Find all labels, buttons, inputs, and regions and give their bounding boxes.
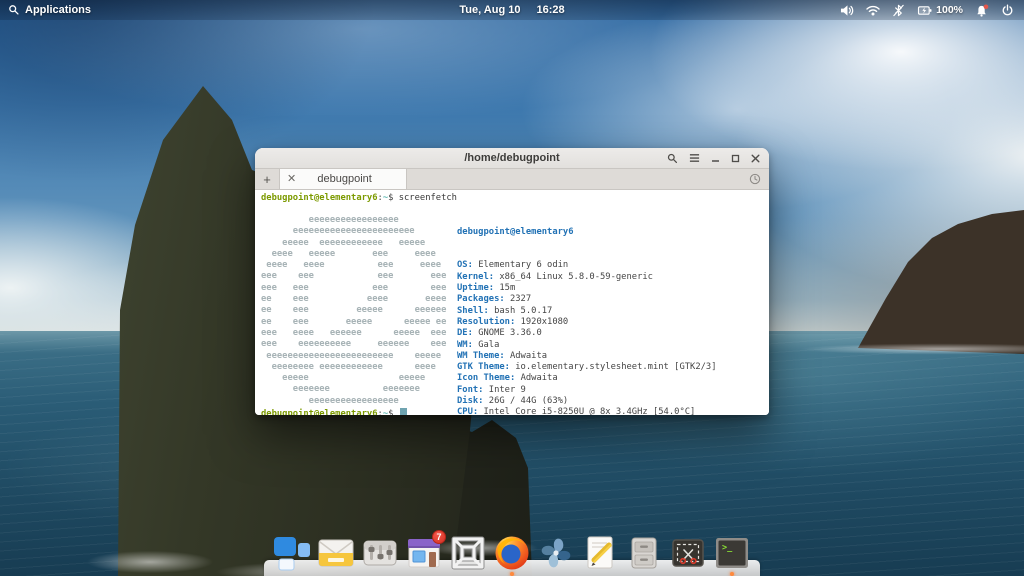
- multitasking-view-icon: [272, 533, 312, 573]
- firefox-running-indicator: [510, 572, 514, 576]
- dock-item-firefox[interactable]: [492, 533, 532, 573]
- sysinfo-row: Packages: 2327: [457, 294, 717, 305]
- sysinfo-row: Disk: 26G / 44G (63%): [457, 396, 717, 407]
- terminal-content[interactable]: debugpoint@elementary6:~$ screenfetch ee…: [255, 190, 769, 415]
- window-maximize-button[interactable]: [731, 154, 740, 163]
- terminal-icon: >_: [712, 533, 752, 573]
- datetime-indicator[interactable]: Tue, Aug 10 16:28: [0, 4, 1024, 16]
- close-icon: [751, 154, 760, 163]
- sysinfo-row: Kernel: x86_64 Linux 5.8.0-59-generic: [457, 272, 717, 283]
- window-minimize-button[interactable]: [711, 154, 720, 163]
- dock-item-system-settings[interactable]: [360, 533, 400, 573]
- tab-bar: + ✕ debugpoint: [255, 169, 769, 190]
- dock-item-screenshot-tool[interactable]: [668, 533, 708, 573]
- ascii-art: eeeeeeeeeeeeeeeee eeeeeeeeeeeeeeeeeeeeee…: [261, 215, 446, 407]
- code-editor-icon: [580, 533, 620, 573]
- files-icon: [624, 533, 664, 573]
- terminal-cursor: [400, 408, 407, 415]
- maximize-icon: [731, 154, 740, 163]
- firefox-icon: [492, 533, 532, 573]
- prompt-user: debugpoint@elementary6: [261, 193, 378, 203]
- terminal-running-indicator: [730, 572, 734, 576]
- panel-date: Tue, Aug 10: [459, 4, 520, 16]
- dock-item-boxes[interactable]: [448, 533, 488, 573]
- new-tab-button[interactable]: +: [255, 169, 279, 189]
- tab-label: debugpoint: [304, 173, 385, 185]
- system-settings-icon: [360, 533, 400, 573]
- sysinfo-row: Font: Inter 9: [457, 385, 717, 396]
- tab-close-icon[interactable]: ✕: [287, 174, 296, 185]
- dock-item-shotwell[interactable]: [536, 533, 576, 573]
- sysinfo-row: Uptime: 15m: [457, 283, 717, 294]
- clock-icon: [749, 173, 761, 185]
- sysinfo-row: WM: Gala: [457, 340, 717, 351]
- shotwell-icon: [536, 533, 576, 573]
- sysinfo-row: Resolution: 1920x1080: [457, 317, 717, 328]
- svg-text:>_: >_: [722, 543, 733, 553]
- sysinfo-row: WM Theme: Adwaita: [457, 351, 717, 362]
- minimize-icon: [711, 154, 720, 163]
- window-titlebar[interactable]: /home/debugpoint: [255, 148, 769, 169]
- dock-item-terminal[interactable]: >_: [712, 533, 752, 573]
- dock-item-mail[interactable]: [316, 533, 356, 573]
- dock-item-appcenter[interactable]: 7: [404, 533, 444, 573]
- sysinfo-row: Icon Theme: Adwaita: [457, 373, 717, 384]
- sysinfo-row: GTK Theme: io.elementary.stylesheet.mint…: [457, 362, 717, 373]
- terminal-window: /home/debugpoint: [255, 148, 769, 415]
- top-panel: Applications Tue, Aug 10 16:28: [0, 0, 1024, 20]
- tab-bar-timer[interactable]: [749, 169, 769, 189]
- appcenter-badge: 7: [432, 530, 446, 544]
- sysinfo-row: Shell: bash 5.0.17: [457, 306, 717, 317]
- window-search-button[interactable]: [667, 153, 678, 164]
- search-icon: [667, 153, 678, 164]
- mail-icon: [316, 533, 356, 573]
- sysinfo-header: debugpoint@elementary6: [457, 227, 717, 238]
- tab-debugpoint[interactable]: ✕ debugpoint: [279, 169, 407, 189]
- sysinfo: debugpoint@elementary6 OS: Elementary 6 …: [457, 204, 717, 415]
- window-close-button[interactable]: [751, 154, 760, 163]
- boxes-icon: [448, 533, 488, 573]
- screenshot-tool-icon: [668, 533, 708, 573]
- sysinfo-row: OS: Elementary 6 odin: [457, 260, 717, 271]
- sysinfo-row: CPU: Intel Core i5-8250U @ 8x 3.4GHz [54…: [457, 407, 717, 415]
- dock: 7: [264, 526, 760, 576]
- prompt-line-bottom: debugpoint@elementary6:~$: [261, 408, 407, 415]
- panel-time: 16:28: [536, 4, 564, 16]
- hamburger-menu-icon: [689, 153, 700, 163]
- dock-item-files[interactable]: [624, 533, 664, 573]
- dock-item-multitasking-view[interactable]: [272, 533, 312, 573]
- window-menu-button[interactable]: [689, 153, 700, 163]
- sysinfo-row: DE: GNOME 3.36.0: [457, 328, 717, 339]
- prompt-line: debugpoint@elementary6:~$ screenfetch: [261, 193, 457, 204]
- dock-item-code[interactable]: [580, 533, 620, 573]
- command-text: screenfetch: [399, 193, 457, 203]
